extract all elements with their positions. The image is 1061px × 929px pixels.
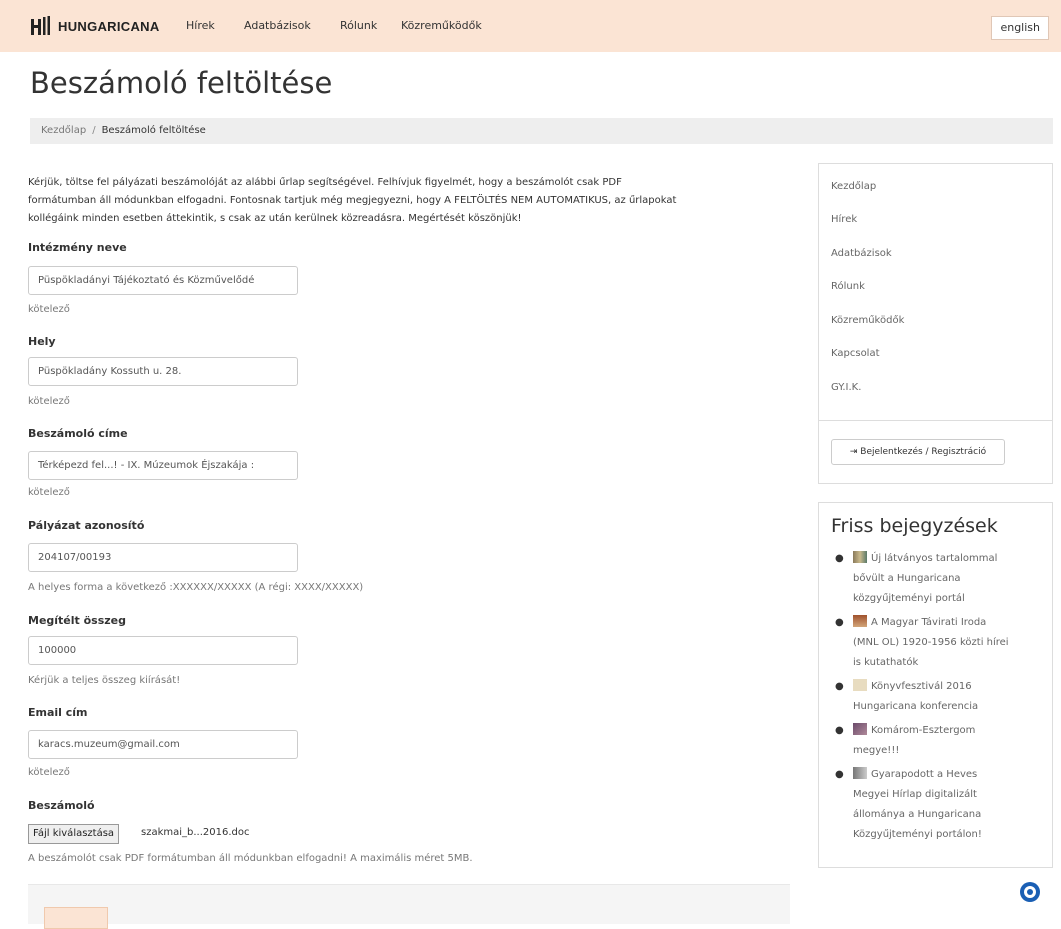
place-input[interactable]: Püspökladány Kossuth u. 28. [28,357,298,386]
report-file-help: A beszámolót csak PDF formátumban áll mó… [28,853,473,864]
post-thumbnail-icon [853,723,867,735]
recent-posts-title: Friss bejegyzések [831,515,998,537]
post-title-line: (MNL OL) 1920-1956 közti hírei [853,637,1009,648]
amount-help: Kérjük a teljes összeg kiírását! [28,675,181,686]
post-thumbnail-icon [853,767,867,779]
breadcrumb-separator: / [92,125,96,136]
email-label: Email cím [28,706,88,719]
post-title-line: Megyei Hírlap digitalizált [853,789,977,800]
email-help: kötelező [28,767,70,778]
post-title-line: Gyarapodott a Heves [871,769,978,780]
intro-line: formátumban áll módunkban elfogadni. Fon… [28,195,677,206]
grant-id-label: Pályázat azonosító [28,519,145,532]
recent-post[interactable]: ● Komárom-Esztergom megye!!! [831,721,1041,761]
breadcrumb: Kezdőlap / Beszámoló feltöltése [30,118,1053,144]
brand[interactable]: HUNGARICANA [30,15,160,37]
bullet-icon: ● [835,553,844,564]
choose-file-button[interactable]: Fájl kiválasztása [28,824,120,844]
sign-in-icon: ⇥ [849,447,858,457]
intro-text: Kérjük, töltse fel pályázati beszámolójá… [28,174,788,228]
sidebar-item-kezdolap[interactable]: Kezdőlap [831,181,876,192]
sidebar-recent-box: Friss bejegyzések ● Új látványos tartalo… [818,502,1053,868]
nav-link-rolunk[interactable]: Rólunk [340,19,377,32]
nav-link-hirek[interactable]: Hírek [186,19,215,32]
breadcrumb-home[interactable]: Kezdőlap [41,125,86,136]
sidebar-item-kapcsolat[interactable]: Kapcsolat [831,348,880,359]
recent-post[interactable]: ● Gyarapodott a Heves Megyei Hírlap digit… [831,765,1041,845]
sidebar-nav: Kezdőlap Hírek Adatbázisok Rólunk Közrem… [818,163,1053,429]
post-title-line: Hungaricana konferencia [853,701,979,712]
post-title-line: is kutathatók [853,657,919,668]
recent-post[interactable]: ● A Magyar Távirati Iroda (MNL OL) 1920-1… [831,613,1041,673]
post-title-line: bővült a Hungaricana [853,573,961,584]
post-thumbnail-icon [853,615,867,627]
post-title-line: A Magyar Távirati Iroda [871,617,987,628]
post-title-line: állománya a Hungaricana [853,809,982,820]
page-title: Beszámoló feltöltése [30,66,333,100]
form-footer [28,884,790,929]
nav-link-kozremukodok[interactable]: Közreműködők [401,19,482,32]
post-title-line: Közgyűjteményi portálon! [853,829,982,840]
bullet-icon: ● [835,769,844,780]
report-title-input[interactable]: Térképezd fel...! - IX. Múzeumok Éjszaká… [28,451,298,480]
recent-post[interactable]: ● Könyvfesztivál 2016 Hungaricana konfere… [831,677,1041,717]
sidebar-login-box: ⇥ Bejelentkezés / Regisztráció [818,420,1053,484]
sidebar-item-hirek[interactable]: Hírek [831,214,857,225]
amount-input[interactable]: 100000 [28,636,298,665]
login-register-button[interactable]: ⇥ Bejelentkezés / Regisztráció [831,439,1005,465]
grant-id-help: A helyes forma a következő :XXXXXX/XXXXX… [28,582,364,593]
login-register-label: Bejelentkezés / Regisztráció [860,447,987,457]
submit-button[interactable] [44,907,108,929]
post-title-line: közgyűjteményi portál [853,593,965,604]
post-thumbnail-icon [853,551,867,563]
bullet-icon: ● [835,617,844,628]
sidebar-item-gyik[interactable]: GY.I.K. [831,382,861,393]
breadcrumb-current: Beszámoló feltöltése [101,125,206,136]
report-title-label: Beszámoló címe [28,427,128,440]
post-title-line: Könyvfesztivál 2016 [871,681,972,692]
sidebar-item-kozremukodok[interactable]: Közreműködők [831,315,904,326]
post-title-line: megye!!! [853,745,900,756]
place-help: kötelező [28,396,70,407]
intro-line: Kérjük, töltse fel pályázati beszámolójá… [28,177,622,188]
place-label: Hely [28,335,56,348]
report-file-label: Beszámoló [28,799,95,812]
bullet-icon: ● [835,725,844,736]
post-title-line: Komárom-Esztergom [871,725,976,736]
sidebar-item-adatbazisok[interactable]: Adatbázisok [831,248,892,259]
institution-label: Intézmény neve [28,241,127,254]
email-input[interactable]: karacs.muzeum@gmail.com [28,730,298,759]
post-title-line: Új látványos tartalommal [871,553,998,564]
sidebar-item-rolunk[interactable]: Rólunk [831,281,865,292]
intro-line: kollégáink minden esetben áttekintik, s … [28,213,522,224]
bullet-icon: ● [835,681,844,692]
institution-input[interactable]: Püspökladányi Tájékoztató és Közművelődé [28,266,298,295]
top-navbar: HUNGARICANA Hírek Adatbázisok Rólunk Köz… [0,0,1061,52]
feed-logo-icon[interactable] [1018,880,1042,904]
hungaricana-logo-icon [31,16,50,35]
recent-post[interactable]: ● Új látványos tartalommal bővült a Hunga… [831,549,1041,609]
report-title-help: kötelező [28,487,70,498]
brand-name: HUNGARICANA [58,18,160,34]
amount-label: Megítélt összeg [28,614,127,627]
grant-id-input[interactable]: 204107/00193 [28,543,298,572]
nav-link-adatbazisok[interactable]: Adatbázisok [244,19,311,32]
selected-file-name: szakmai_b...2016.doc [141,827,250,838]
institution-help: kötelező [28,304,70,315]
language-button[interactable]: english [991,16,1049,40]
post-thumbnail-icon [853,679,867,691]
